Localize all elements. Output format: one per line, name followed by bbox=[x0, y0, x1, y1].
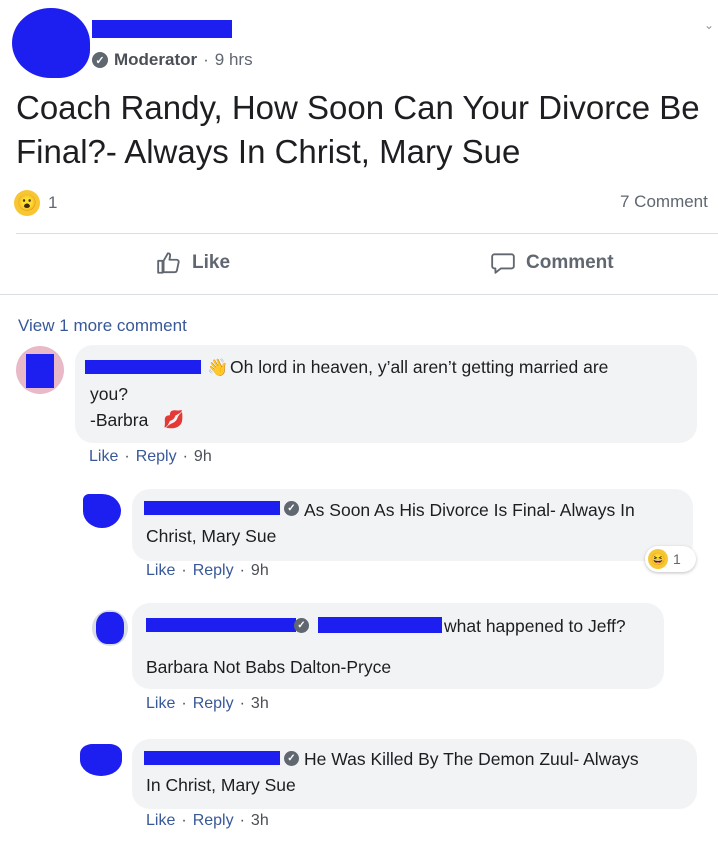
comment-text-line3: -Barbra bbox=[90, 410, 149, 430]
reply-reaction-pill[interactable]: 😆 1 bbox=[645, 546, 696, 572]
post-time[interactable]: 9 hrs bbox=[215, 50, 253, 70]
reply-reaction-count: 1 bbox=[673, 551, 681, 567]
lips-emoji-icon: 💋 bbox=[163, 410, 185, 429]
comment-label: Comment bbox=[526, 252, 614, 273]
post-meta: ✓ Moderator · 9 hrs bbox=[92, 50, 253, 70]
comment-bubble: 👋 Oh lord in heaven, y’all aren’t gettin… bbox=[75, 345, 697, 443]
divider-top bbox=[16, 233, 718, 234]
reply-text-line2: In Christ, Mary Sue bbox=[146, 775, 296, 795]
reply-text-line1: what happened to Jeff? bbox=[444, 616, 626, 636]
moderator-shield-icon: ✓ bbox=[92, 52, 108, 68]
like-button[interactable]: Like bbox=[156, 250, 230, 276]
reply-like-link[interactable]: Like bbox=[146, 562, 175, 580]
reply-name-redacted[interactable] bbox=[146, 618, 296, 632]
reply-name-redacted[interactable] bbox=[144, 501, 280, 515]
comment-reply-link[interactable]: Reply bbox=[136, 448, 177, 466]
reaction-summary[interactable]: 😮 1 bbox=[14, 190, 57, 216]
like-label: Like bbox=[192, 252, 231, 273]
reply-like-link[interactable]: Like bbox=[146, 812, 175, 830]
reply-avatar[interactable] bbox=[92, 610, 128, 646]
reaction-count: 1 bbox=[48, 193, 58, 212]
meta-separator: · bbox=[181, 812, 187, 829]
reply-avatar[interactable] bbox=[80, 744, 122, 776]
reply-reply-link[interactable]: Reply bbox=[193, 562, 234, 580]
reply-reply-link[interactable]: Reply bbox=[193, 695, 234, 713]
meta-separator: · bbox=[181, 695, 187, 712]
haha-reaction-icon: 😆 bbox=[648, 549, 668, 569]
comment-meta: Like · Reply · 9h bbox=[89, 448, 212, 466]
comment-count[interactable]: 7 Comment bbox=[620, 192, 708, 212]
commenter-avatar[interactable] bbox=[16, 346, 64, 394]
meta-separator: · bbox=[181, 562, 187, 579]
reply-time[interactable]: 3h bbox=[251, 695, 269, 713]
comment-bubble-icon bbox=[491, 253, 515, 274]
reply-meta: Like · Reply · 3h bbox=[146, 695, 269, 713]
view-more-comments-link[interactable]: View 1 more comment bbox=[18, 316, 187, 336]
reply-bubble: ✓ what happened to Jeff? Barbara Not Bab… bbox=[132, 603, 664, 689]
reply-bubble: ✓ He Was Killed By The Demon Zuul- Alway… bbox=[132, 739, 697, 809]
reply-meta: Like · Reply · 9h bbox=[146, 562, 269, 580]
meta-separator: · bbox=[203, 50, 209, 69]
meta-separator: · bbox=[182, 448, 188, 465]
post-title: Coach Randy, How Soon Can Your Divorce B… bbox=[16, 89, 700, 170]
comment-button[interactable]: Comment bbox=[490, 250, 614, 276]
comment-like-link[interactable]: Like bbox=[89, 448, 118, 466]
moderator-shield-icon: ✓ bbox=[284, 751, 299, 766]
thumbs-up-icon bbox=[157, 252, 180, 274]
divider-bottom bbox=[0, 294, 718, 295]
reply-like-link[interactable]: Like bbox=[146, 695, 175, 713]
reply-meta: Like · Reply · 3h bbox=[146, 812, 269, 830]
wave-hand-icon: 👋 bbox=[207, 358, 229, 377]
moderator-shield-icon: ✓ bbox=[294, 618, 309, 633]
tagged-name-redacted[interactable] bbox=[318, 617, 442, 633]
meta-separator: · bbox=[124, 448, 130, 465]
reply-avatar[interactable] bbox=[83, 494, 121, 528]
author-name-redacted[interactable] bbox=[92, 20, 232, 38]
reply-name-redacted[interactable] bbox=[144, 751, 280, 765]
commenter-name-redacted[interactable] bbox=[85, 360, 201, 374]
meta-separator: · bbox=[239, 695, 245, 712]
meta-separator: · bbox=[239, 562, 245, 579]
meta-separator: · bbox=[239, 812, 245, 829]
reply-time[interactable]: 9h bbox=[251, 562, 269, 580]
moderator-shield-icon: ✓ bbox=[284, 501, 299, 516]
reply-text-line2: Barbara Not Babs Dalton-Pryce bbox=[146, 657, 392, 677]
avatar-redacted[interactable] bbox=[12, 8, 90, 78]
comment-time[interactable]: 9h bbox=[194, 448, 212, 466]
post-menu-chevron-icon[interactable]: ⌄ bbox=[704, 18, 714, 32]
reply-bubble: ✓ As Soon As His Divorce Is Final- Alway… bbox=[132, 489, 693, 561]
reply-text-line2: Christ, Mary Sue bbox=[146, 526, 277, 546]
reply-time[interactable]: 3h bbox=[251, 812, 269, 830]
wow-reaction-icon: 😮 bbox=[14, 190, 40, 216]
reply-text-line1: He Was Killed By The Demon Zuul- Always bbox=[304, 749, 639, 769]
reply-reply-link[interactable]: Reply bbox=[193, 812, 234, 830]
moderator-label: Moderator bbox=[114, 50, 198, 69]
comment-text-line2: you? bbox=[90, 384, 128, 404]
comment-text-line1: Oh lord in heaven, y’all aren’t getting … bbox=[230, 357, 609, 377]
reply-text-line1: As Soon As His Divorce Is Final- Always … bbox=[304, 500, 635, 520]
